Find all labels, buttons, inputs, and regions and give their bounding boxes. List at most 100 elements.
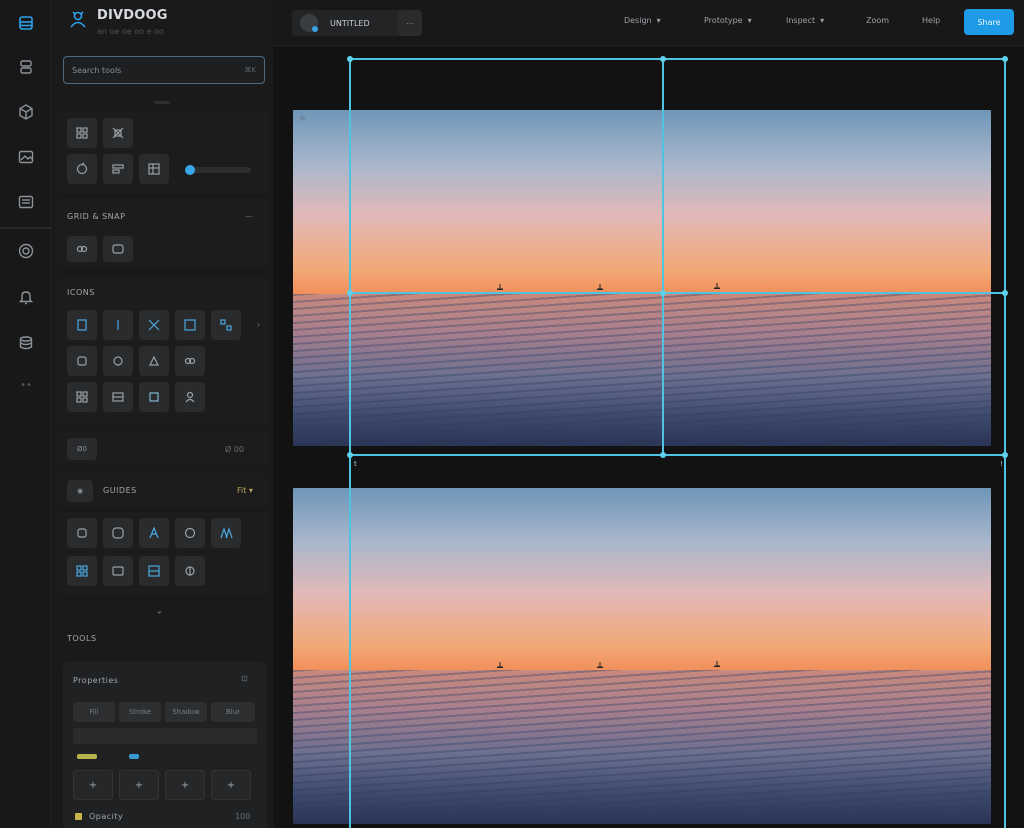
rotate-tool-button[interactable] bbox=[67, 154, 97, 184]
database-icon[interactable] bbox=[13, 330, 39, 356]
icon-cell-13[interactable] bbox=[175, 382, 205, 412]
chevron-down-icon: ▾ bbox=[747, 16, 752, 25]
size-chip[interactable]: Ø0 bbox=[67, 438, 97, 460]
guide-horizontal-bottom[interactable] bbox=[349, 454, 1006, 456]
guide-horizontal-top[interactable] bbox=[349, 58, 1006, 60]
sea-waves bbox=[293, 670, 991, 824]
selection-label-right: ! bbox=[1000, 460, 1003, 468]
menu-zoom[interactable]: Zoom bbox=[866, 16, 889, 25]
icons-scroll-indicator[interactable]: › bbox=[257, 320, 260, 329]
guide-horizontal-horizon[interactable] bbox=[349, 292, 1006, 294]
icon-cell-10[interactable] bbox=[67, 382, 97, 412]
properties-card: Properties ⊡ Fill Stroke Shadow Blur + +… bbox=[63, 662, 267, 828]
cursor-icon: ⌖ bbox=[157, 608, 162, 617]
segment-shadow[interactable]: Shadow bbox=[165, 702, 207, 722]
opacity-label: Opacity bbox=[89, 812, 124, 821]
add-cell-3[interactable]: + bbox=[165, 770, 205, 800]
online-status-dot bbox=[312, 26, 318, 32]
icon-cell-4[interactable] bbox=[175, 310, 205, 340]
size-value: Ø 00 bbox=[225, 445, 245, 454]
cube-icon[interactable] bbox=[13, 99, 39, 125]
frame-toggle-button[interactable] bbox=[103, 236, 133, 262]
selection-handle-br[interactable] bbox=[1002, 452, 1008, 458]
icon-cell-1[interactable] bbox=[67, 310, 97, 340]
add-cell-4[interactable]: + bbox=[211, 770, 251, 800]
icon-cell-7[interactable] bbox=[103, 346, 133, 376]
align-tool-button[interactable] bbox=[103, 154, 133, 184]
bell-icon[interactable] bbox=[13, 284, 39, 310]
menu-design[interactable]: Design ▾ bbox=[624, 16, 661, 25]
sky-gradient bbox=[293, 488, 991, 670]
properties-value-bar[interactable] bbox=[73, 728, 257, 744]
guides-fit-dropdown[interactable]: Fit ▾ bbox=[237, 486, 253, 495]
add-cell-2[interactable]: + bbox=[119, 770, 159, 800]
boat-icon bbox=[714, 283, 720, 289]
image-frame-bottom[interactable] bbox=[293, 488, 991, 824]
table-tool-button[interactable] bbox=[139, 154, 169, 184]
selection-handle-bl[interactable] bbox=[347, 452, 353, 458]
section-grid-snap-menu[interactable]: — bbox=[245, 212, 253, 221]
color-swatch-blue[interactable] bbox=[129, 754, 139, 759]
icon-cell-2[interactable] bbox=[103, 310, 133, 340]
icon-cell-12[interactable] bbox=[139, 382, 169, 412]
shape-tool-2[interactable] bbox=[103, 518, 133, 548]
segment-fill[interactable]: Fill bbox=[73, 702, 115, 722]
selection-handle-ml[interactable] bbox=[347, 290, 353, 296]
icon-cell-3[interactable] bbox=[139, 310, 169, 340]
segment-blur[interactable]: Blur bbox=[211, 702, 255, 722]
icon-cell-5[interactable] bbox=[211, 310, 241, 340]
section-guides: ◉ GUIDES Fit ▾ bbox=[57, 474, 269, 508]
add-cell-1[interactable]: + bbox=[73, 770, 113, 800]
link-toggle-button[interactable] bbox=[67, 236, 97, 262]
brand: DIVDOOG an oe oe oo e oo bbox=[67, 8, 168, 48]
shape-tool-8[interactable] bbox=[139, 556, 169, 586]
properties-expand-icon[interactable]: ⊡ bbox=[241, 674, 248, 683]
text-block-icon[interactable] bbox=[13, 189, 39, 215]
guide-vertical-right[interactable] bbox=[1004, 58, 1006, 828]
brand-title: DIVDOOG bbox=[97, 8, 168, 23]
menu-help[interactable]: Help bbox=[922, 16, 940, 25]
shape-tool-7[interactable] bbox=[103, 556, 133, 586]
share-button[interactable]: Share bbox=[964, 9, 1014, 35]
search-input[interactable]: Search tools ⌘K bbox=[63, 56, 265, 84]
opacity-value[interactable]: 100 bbox=[235, 812, 250, 821]
guide-vertical-left[interactable] bbox=[349, 58, 351, 828]
selection-handle-tr[interactable] bbox=[1002, 56, 1008, 62]
shape-tool-5[interactable] bbox=[211, 518, 241, 548]
icon-cell-9[interactable] bbox=[175, 346, 205, 376]
shape-tool-1[interactable] bbox=[67, 518, 97, 548]
grid-tool-button[interactable] bbox=[67, 118, 97, 148]
icon-cell-6[interactable] bbox=[67, 346, 97, 376]
section-icons-label: ICONS bbox=[67, 288, 95, 297]
segment-stroke[interactable]: Stroke bbox=[119, 702, 161, 722]
guides-toggle-button[interactable]: ◉ bbox=[67, 480, 93, 502]
color-swatch-yellow[interactable] bbox=[77, 754, 97, 759]
guide-vertical-center[interactable] bbox=[662, 58, 664, 455]
icon-cell-8[interactable] bbox=[139, 346, 169, 376]
selection-handle-tc[interactable] bbox=[660, 56, 666, 62]
shape-tool-4[interactable] bbox=[175, 518, 205, 548]
rail-more-label[interactable]: •• bbox=[0, 380, 52, 391]
selection-handle-bc[interactable] bbox=[660, 452, 666, 458]
target-icon[interactable] bbox=[13, 238, 39, 264]
menu-design-label: Design bbox=[624, 16, 652, 25]
selection-handle-mr[interactable] bbox=[1002, 290, 1008, 296]
layers-icon[interactable] bbox=[13, 10, 39, 36]
selection-handle-tl[interactable] bbox=[347, 56, 353, 62]
boat-icon bbox=[597, 284, 603, 290]
menu-prototype[interactable]: Prototype ▾ bbox=[704, 16, 752, 25]
image-frame-top[interactable]: ☼ bbox=[293, 110, 991, 446]
transform-tool-button[interactable] bbox=[103, 118, 133, 148]
shape-tool-9[interactable] bbox=[175, 556, 205, 586]
document-options-button[interactable]: ⋯ bbox=[398, 10, 422, 36]
size-slider-knob[interactable] bbox=[185, 165, 195, 175]
stack-icon[interactable] bbox=[13, 54, 39, 80]
shape-tool-6[interactable] bbox=[67, 556, 97, 586]
icon-cell-11[interactable] bbox=[103, 382, 133, 412]
menu-inspect[interactable]: Inspect ▾ bbox=[786, 16, 824, 25]
selection-handle-mc[interactable] bbox=[660, 290, 666, 296]
panel-collapse-handle[interactable] bbox=[154, 101, 170, 104]
design-canvas[interactable]: ☼ t ! bbox=[274, 47, 1024, 828]
image-icon[interactable] bbox=[13, 144, 39, 170]
shape-tool-3[interactable] bbox=[139, 518, 169, 548]
